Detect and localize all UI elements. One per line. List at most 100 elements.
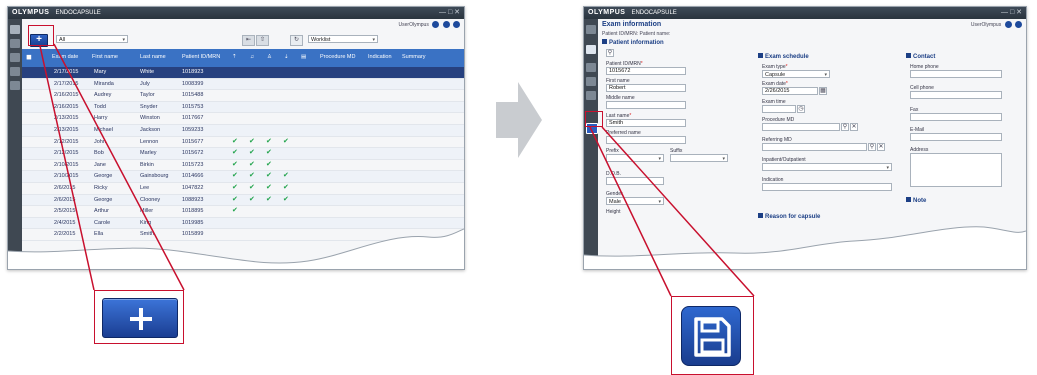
exam-date-cell: 2/6/2015 — [54, 184, 76, 191]
select-all-icon[interactable]: ◼ — [26, 53, 32, 61]
procedure-md-field[interactable] — [762, 123, 840, 131]
check-icon: ✔ — [232, 172, 238, 180]
table-row[interactable]: 2/6/2015 George Clooney 1088923 ✔ ✔ ✔ ✔ — [22, 194, 464, 207]
table-row[interactable]: 2/13/2015 Harry Winston 1017667 — [22, 113, 464, 125]
search-icon[interactable]: ⚲ — [606, 49, 614, 57]
col-summary[interactable]: Summary — [402, 54, 426, 60]
col-indication[interactable]: Indication — [368, 54, 392, 60]
col-doc-icon[interactable]: ▤ — [301, 54, 306, 60]
col-note-icon[interactable]: ♫ — [250, 54, 254, 60]
table-row[interactable]: 2/16/2015 Audrey Taylor 1015488 — [22, 90, 464, 102]
about-icon[interactable] — [453, 21, 460, 28]
check-icon: ✔ — [283, 137, 289, 145]
export-icon[interactable]: ⇤ — [242, 35, 255, 46]
preferred-name-field[interactable] — [606, 136, 686, 144]
table-row[interactable]: 2/12/2015 Bob Marley 1015672 ✔ ✔ ✔ — [22, 148, 464, 160]
help-icon[interactable] — [442, 21, 450, 28]
table-row[interactable]: 2/10/2015 George Gainsbourg 1014666 ✔ ✔ ✔ ✔ — [22, 171, 464, 183]
table-row[interactable]: 2/16/2015 Todd Snyder 1015753 — [22, 101, 464, 114]
settings-icon[interactable] — [10, 67, 20, 76]
prefix-select[interactable] — [606, 154, 664, 163]
col-download-icon[interactable]: ⇣ — [284, 54, 289, 60]
recorder-icon[interactable] — [10, 53, 20, 62]
list-view-icon[interactable] — [10, 25, 20, 34]
dob-field[interactable] — [606, 177, 664, 185]
save-button-enlarged[interactable] — [681, 306, 741, 366]
patient-icon[interactable] — [10, 39, 20, 48]
fax-field[interactable] — [910, 113, 1002, 121]
table-row[interactable]: 2/17/2015 Mary White 1018923 — [22, 67, 464, 79]
check-icon: ✔ — [249, 195, 255, 203]
window-controls[interactable]: — □ ✕ — [439, 7, 460, 19]
exam-date-cell: 2/13/2015 — [54, 126, 79, 133]
window-controls[interactable]: — □ ✕ — [1001, 7, 1022, 19]
cell-phone-field[interactable] — [910, 91, 1002, 99]
search-icon[interactable]: ⚲ — [868, 143, 876, 151]
clock-icon[interactable]: ◷ — [797, 105, 805, 113]
col-first-name[interactable]: First name — [92, 54, 118, 60]
col-exam-date[interactable]: Exam date — [52, 54, 78, 60]
exam-time-field[interactable] — [762, 105, 796, 113]
last-name-cell: Jackson — [140, 126, 161, 133]
calendar-icon[interactable]: ▦ — [819, 87, 827, 95]
logout-icon[interactable] — [586, 91, 596, 100]
check-icon: ✔ — [283, 172, 289, 180]
exam-type-select[interactable]: Capsule — [762, 70, 830, 79]
patient-id-cell: 1088923 — [182, 196, 204, 203]
add-exam-button-enlarged[interactable] — [102, 298, 178, 338]
list-view-icon[interactable] — [586, 25, 596, 34]
logout-icon[interactable] — [10, 81, 20, 90]
last-name-cell: Winston — [140, 115, 160, 122]
inpatient-select[interactable] — [762, 163, 892, 172]
clear-icon[interactable]: ✕ — [877, 143, 885, 151]
table-row[interactable]: 2/5/2015 Arthur Miller 1018895 ✔ — [22, 206, 464, 218]
exam-list-window: OLYMPUS ENDOCAPSULE — □ ✕ UserOlympus + … — [7, 6, 465, 270]
last-name-field[interactable]: Smith — [606, 119, 686, 127]
table-row[interactable]: 2/17/2015 Miranda July 1008399 — [22, 78, 464, 91]
first-name-cell: Jane — [94, 161, 106, 168]
email-field[interactable] — [910, 133, 1002, 141]
save-button-callout — [671, 296, 754, 375]
recorder-icon[interactable] — [586, 63, 596, 72]
indication-field[interactable] — [762, 183, 892, 191]
col-procedure-md[interactable]: Procedure MD — [320, 54, 355, 60]
reason-section-title: Reason for capsule — [758, 213, 820, 220]
clear-icon[interactable]: ✕ — [850, 123, 858, 131]
col-user-icon[interactable]: ♙ — [267, 54, 272, 60]
filter-select[interactable]: All — [56, 35, 128, 44]
suffix-select[interactable] — [670, 154, 728, 163]
referring-md-field[interactable] — [762, 143, 867, 151]
patient-section-title: Patient information — [602, 39, 664, 46]
patient-icon[interactable] — [586, 45, 596, 54]
exam-date-field[interactable]: 2/26/2015 — [762, 87, 818, 95]
search-icon[interactable]: ⚲ — [841, 123, 849, 131]
import-icon[interactable]: ⇧ — [256, 35, 269, 46]
middle-name-field[interactable] — [606, 101, 686, 109]
help-icon[interactable] — [1015, 21, 1022, 28]
table-row[interactable]: 2/13/2015 Michael Jackson 1059233 — [22, 124, 464, 137]
first-name-cell: Arthur — [94, 208, 109, 215]
worklist-select[interactable]: Worklist — [308, 35, 378, 44]
col-upload-icon[interactable]: ⇡ — [232, 54, 237, 60]
first-name-field[interactable]: Robert — [606, 84, 686, 92]
home-phone-field[interactable] — [910, 70, 1002, 78]
table-row[interactable]: 2/10/2015 Jane Birkin 1015723 ✔ ✔ ✔ — [22, 160, 464, 172]
address-field[interactable] — [910, 153, 1002, 187]
info-icon[interactable] — [1004, 21, 1012, 28]
last-name-cell: Clooney — [140, 196, 161, 203]
table-row[interactable]: 2/6/2015 Ricky Lee 1047822 ✔ ✔ ✔ ✔ — [22, 183, 464, 195]
gender-select[interactable]: Male — [606, 197, 664, 206]
col-last-name[interactable]: Last name — [140, 54, 166, 60]
last-name-cell: Lennon — [140, 138, 159, 145]
table-row[interactable]: 2/12/2015 John Lennon 1015677 ✔ ✔ ✔ ✔ — [22, 137, 464, 149]
patient-summary: Patient ID/MRN: Patient name: — [602, 31, 671, 37]
refresh-icon[interactable]: ↻ — [290, 35, 303, 46]
info-icon[interactable] — [432, 21, 440, 28]
col-patient-id[interactable]: Patient ID/MRN — [182, 54, 220, 60]
exam-table-body: 2/17/2015 Mary White 1018923 2/17/2015 Mirand… — [22, 67, 464, 241]
settings-icon[interactable] — [586, 77, 596, 86]
patient-id-field[interactable]: 1015672 — [606, 67, 686, 75]
user-name: UserOlympus — [398, 21, 429, 28]
app-name-label: ENDOCAPSULE — [631, 10, 677, 16]
first-name-cell: Ricky — [94, 184, 108, 191]
